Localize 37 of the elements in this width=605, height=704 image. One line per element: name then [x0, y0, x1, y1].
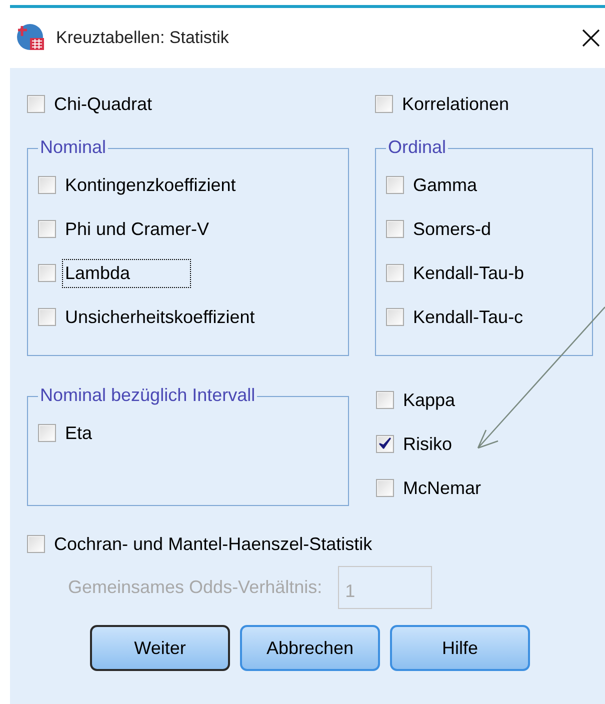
checkbox-label: Kontingenzkoeffizient [64, 174, 237, 197]
dialog-button[interactable]: Hilfe [390, 625, 530, 671]
checkbox-label: Chi-Quadrat [53, 92, 154, 116]
checkbox[interactable] [386, 264, 404, 282]
checkbox-label: Phi und Cramer-V [64, 218, 210, 240]
checkbox-label: Unsicherheitskoeffizient [64, 306, 256, 328]
checkbox-label: Kendall-Tau-b [412, 262, 526, 284]
checkbox[interactable] [38, 308, 56, 326]
checkbox[interactable] [38, 264, 56, 282]
checkbox-label: Cochran- und Mantel-Haenszel-Statistik [53, 532, 374, 556]
checkbox[interactable] [386, 308, 404, 326]
odds-ratio-label: Gemeinsames Odds-Verhältnis: [68, 576, 322, 599]
checkmark-icon [378, 437, 392, 451]
checkbox[interactable] [386, 176, 404, 194]
close-icon[interactable] [581, 28, 601, 48]
dialog-button[interactable]: Weiter [90, 625, 230, 671]
checkbox[interactable] [376, 435, 394, 453]
checkbox-label: Kappa [402, 388, 456, 412]
checkbox[interactable] [376, 391, 394, 409]
checkbox-label: Lambda [62, 258, 192, 288]
checkbox[interactable] [27, 95, 45, 113]
checkbox[interactable] [375, 95, 393, 113]
checkbox-label: McNemar [402, 476, 482, 500]
window-title: Kreuztabellen: Statistik [56, 27, 229, 50]
checkbox[interactable] [38, 220, 56, 238]
checkbox-label: Gamma [412, 174, 478, 196]
checkbox-label: Somers-d [412, 218, 492, 240]
checkbox[interactable] [38, 424, 56, 442]
checkbox-label: Kendall-Tau-c [412, 306, 524, 328]
checkbox[interactable] [27, 535, 45, 553]
checkbox[interactable] [38, 176, 56, 194]
checkbox-label: Risiko [402, 432, 454, 456]
checkbox[interactable] [376, 479, 394, 497]
checkbox-label: Eta [64, 422, 94, 444]
dialog-button[interactable]: Abbrechen [240, 625, 380, 671]
checkbox-label: Korrelationen [401, 92, 510, 116]
checkbox[interactable] [386, 220, 404, 238]
